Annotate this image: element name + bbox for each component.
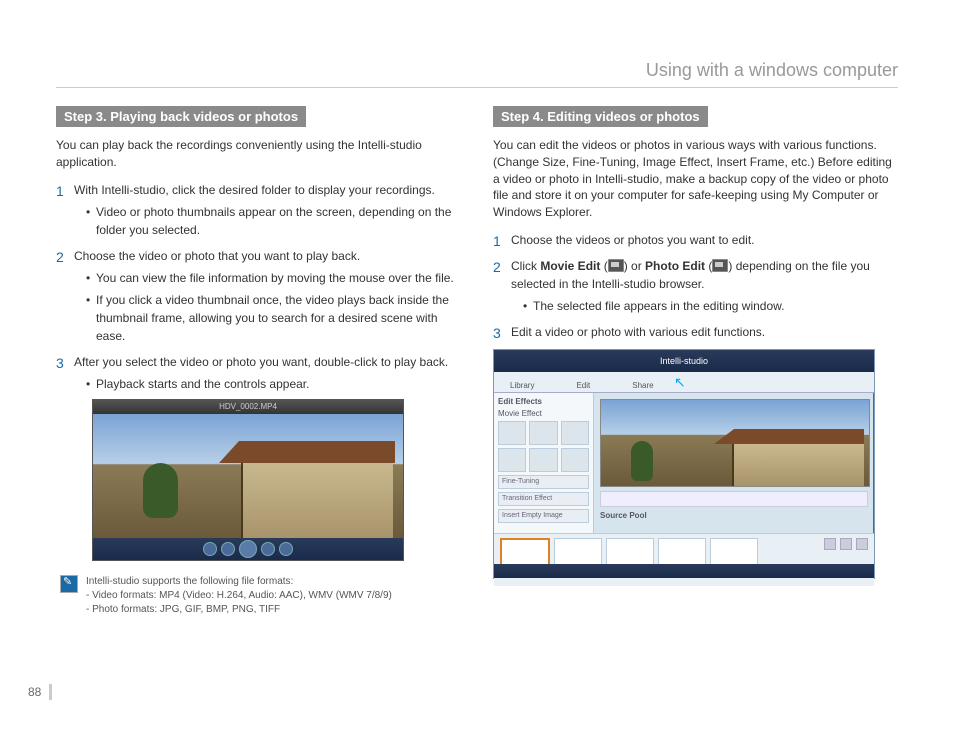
tab-library[interactable]: Library	[504, 379, 540, 392]
note-line: Intelli-studio supports the following fi…	[86, 575, 392, 589]
effect-thumb[interactable]	[498, 448, 526, 472]
source-pool-label: Source Pool	[600, 511, 868, 520]
note-line: - Video formats: MP4 (Video: H.264, Audi…	[86, 589, 392, 603]
step-number: 3	[56, 353, 64, 374]
playback-screenshot: HDV_0002.MP4	[92, 399, 461, 561]
step4-intro: You can edit the videos or photos in var…	[493, 137, 898, 221]
effect-thumb[interactable]	[529, 448, 557, 472]
step-number: 2	[56, 247, 64, 268]
page-number: 88	[28, 684, 52, 700]
step-text: After you select the video or photo you …	[74, 355, 448, 369]
page-title: Using with a windows computer	[56, 60, 898, 88]
side-header: Edit Effects	[498, 397, 589, 406]
editor-tabs: Library Edit Share ↖	[494, 372, 874, 393]
player-titlebar: HDV_0002.MP4	[93, 400, 403, 414]
scene-house	[732, 444, 864, 486]
editor-titlebar: Intelli-studio	[494, 350, 874, 372]
step4-header: Step 4. Editing videos or photos	[493, 106, 708, 127]
player-view	[93, 414, 403, 538]
next-icon[interactable]	[279, 542, 293, 556]
step3-item-1: 1 With Intelli-studio, click the desired…	[56, 181, 461, 239]
editor-sidepanel: Edit Effects Movie Effect Fine-Tuning Tr…	[494, 393, 594, 533]
side-row[interactable]: Fine-Tuning	[498, 475, 589, 489]
step3-item-3: 3 After you select the video or photo yo…	[56, 353, 461, 561]
tl-tool-icon[interactable]	[824, 538, 836, 550]
step-number: 3	[493, 323, 501, 344]
step-number: 1	[56, 181, 64, 202]
tab-share[interactable]: Share	[626, 379, 659, 392]
rewind-icon[interactable]	[221, 542, 235, 556]
prev-icon[interactable]	[203, 542, 217, 556]
player-controls	[93, 538, 403, 560]
photo-edit-icon	[712, 259, 728, 272]
preview-tools	[600, 491, 868, 507]
step3-intro: You can play back the recordings conveni…	[56, 137, 461, 171]
tl-tool-icon[interactable]	[856, 538, 868, 550]
effect-thumb[interactable]	[498, 421, 526, 445]
editor-bottombar	[494, 564, 874, 578]
preview-frame	[600, 399, 870, 487]
step-number: 2	[493, 257, 501, 278]
scene-roof	[219, 441, 395, 463]
tl-tool-icon[interactable]	[840, 538, 852, 550]
step-text: Edit a video or photo with various edit …	[511, 325, 765, 339]
editor-screenshot: Intelli-studio Library Edit Share ↖ Edit…	[493, 349, 875, 579]
step3-item-2: 2 Choose the video or photo that you wan…	[56, 247, 461, 345]
sub-bullet: The selected file appears in the editing…	[523, 297, 898, 315]
step4-item-2: 2 Click Movie Edit () or Photo Edit () d…	[493, 257, 898, 315]
cursor-icon: ↖	[674, 374, 686, 391]
side-row[interactable]: Transition Effect	[498, 492, 589, 506]
sub-bullet: If you click a video thumbnail once, the…	[86, 291, 461, 345]
scene-roof	[714, 429, 864, 444]
side-row[interactable]: Insert Empty Image	[498, 509, 589, 523]
step-text: With Intelli-studio, click the desired f…	[74, 183, 435, 197]
forward-icon[interactable]	[261, 542, 275, 556]
scene-house	[241, 463, 393, 538]
tab-edit[interactable]: Edit	[570, 379, 596, 392]
note-line: - Photo formats: JPG, GIF, BMP, PNG, TIF…	[86, 603, 392, 617]
left-column: Step 3. Playing back videos or photos Yo…	[56, 106, 461, 617]
effect-thumb[interactable]	[529, 421, 557, 445]
editor-timeline	[494, 533, 874, 586]
step-text: Click Movie Edit () or Photo Edit () dep…	[511, 259, 870, 291]
effect-thumb[interactable]	[561, 448, 589, 472]
editor-preview: Source Pool	[594, 393, 874, 533]
step4-item-1: 1 Choose the videos or photos you want t…	[493, 231, 898, 249]
step-number: 1	[493, 231, 501, 252]
sub-bullet: Video or photo thumbnails appear on the …	[86, 203, 461, 239]
step3-header: Step 3. Playing back videos or photos	[56, 106, 306, 127]
effect-thumb[interactable]	[561, 421, 589, 445]
step4-item-3: 3 Edit a video or photo with various edi…	[493, 323, 898, 341]
step-text: Choose the video or photo that you want …	[74, 249, 360, 263]
sub-bullet: Playback starts and the controls appear.	[86, 375, 461, 393]
movie-edit-icon	[608, 259, 624, 272]
play-icon[interactable]	[239, 540, 257, 558]
step-text: Choose the videos or photos you want to …	[511, 233, 755, 247]
sub-bullet: You can view the file information by mov…	[86, 269, 461, 287]
scene-tree	[631, 441, 653, 481]
scene-tree	[143, 463, 178, 518]
right-column: Step 4. Editing videos or photos You can…	[493, 106, 898, 617]
format-note: Intelli-studio supports the following fi…	[60, 575, 461, 617]
note-icon	[60, 575, 78, 593]
side-sub: Movie Effect	[498, 409, 589, 418]
